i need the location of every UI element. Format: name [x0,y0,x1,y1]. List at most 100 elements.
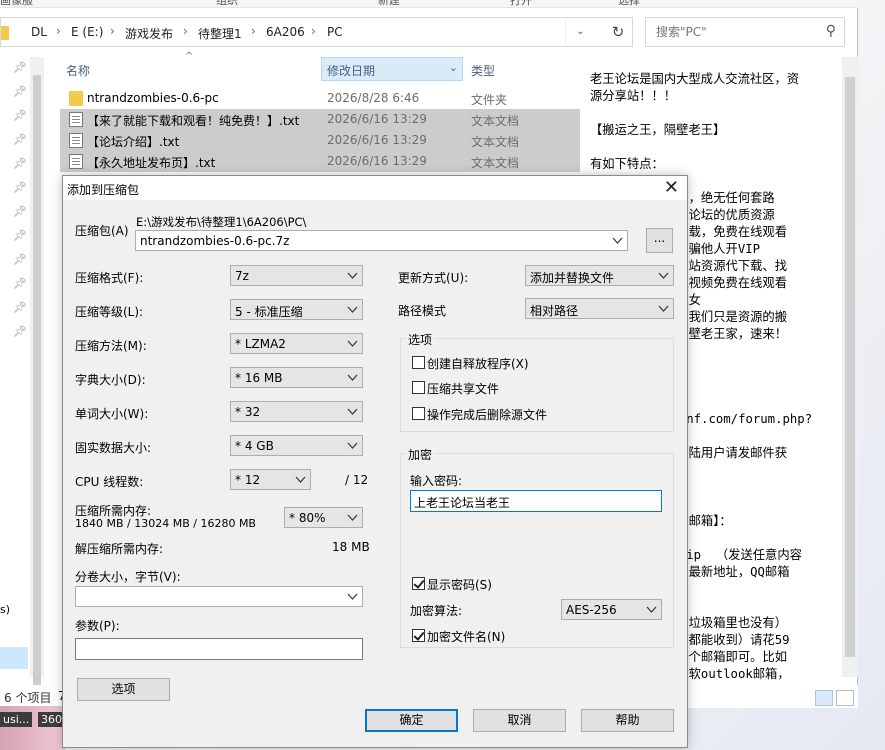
chevron-down-icon[interactable] [610,233,625,248]
pin-icon[interactable]: 📌︎ [13,85,27,98]
pin-icon[interactable]: 📌︎ [13,205,27,218]
ribbon-label[interactable]: 选择 [618,0,640,7]
file-row[interactable]: ntrandzombies-0.6-pc 2026/8/28 6:46 文件夹 [60,88,580,109]
delete-after-label[interactable]: 操作完成后删除源文件 [427,406,547,423]
breadcrumb-item[interactable]: 游戏发布 [125,25,173,42]
chevron-down-icon[interactable] [345,589,360,604]
show-password-checkbox[interactable] [412,577,425,590]
column-label: 名称 [66,64,91,78]
options-button[interactable]: 选项 [77,678,170,701]
archive-name-combo[interactable]: ntrandzombies-0.6-pc.7z [135,230,628,251]
sfx-label[interactable]: 创建自释放程序(X) [427,355,529,372]
chevron-down-icon[interactable] [345,438,360,453]
scrollbar-thumb[interactable] [845,77,855,657]
file-row[interactable]: 【论坛介绍】.txt 2026/6/16 13:29 文本文档 [60,130,580,151]
address-bar[interactable]: DL › E (E:) › 游戏发布 › 待整理1 › 6A206 › PC [0,17,633,47]
chevron-down-icon[interactable] [644,602,659,617]
chevron-down-icon[interactable] [345,302,360,317]
encryption-method-select[interactable]: AES-256 [561,599,662,620]
column-header-type[interactable]: 类型 [466,57,580,81]
pin-icon[interactable]: 📌︎ [13,61,27,74]
volume-size-combo[interactable] [75,586,363,607]
update-mode-select[interactable]: 添加并替换文件 [525,265,674,286]
pin-icon[interactable]: 📌︎ [13,133,27,146]
ribbon-label[interactable]: 新建 [378,0,400,7]
chevron-down-icon[interactable] [345,268,360,283]
path-mode-value: 相对路径 [530,304,579,318]
taskbar-item[interactable]: usi... [0,712,33,727]
nav-scrollbar[interactable] [30,57,44,685]
nav-item-fragment[interactable]: s) [0,603,10,616]
memory-percent-select[interactable]: * 80% [284,507,363,528]
search-icon[interactable]: ⚲ [826,23,836,39]
browse-button[interactable]: ... [646,228,673,253]
chevron-right-icon[interactable]: › [110,24,115,38]
cpu-threads-select[interactable]: * 12 [230,469,311,490]
chevron-down-icon[interactable] [656,301,671,316]
chevron-down-icon[interactable] [656,268,671,283]
pin-icon[interactable]: 📌︎ [13,277,27,290]
pin-icon[interactable]: 📌︎ [13,181,27,194]
pin-icon[interactable]: 📌︎ [13,253,27,266]
chevron-down-icon[interactable] [345,370,360,385]
chevron-down-icon[interactable] [293,472,308,487]
large-icons-view-icon[interactable] [836,690,854,706]
pin-icon[interactable]: 📌︎ [13,229,27,242]
chevron-down-icon[interactable] [345,404,360,419]
encrypt-names-checkbox[interactable] [412,629,425,642]
breadcrumb-item[interactable]: PC [327,25,343,39]
refresh-icon[interactable]: ↻ [603,17,633,47]
delete-after-checkbox[interactable] [412,407,425,420]
scrollbar-thumb[interactable] [33,75,41,685]
file-date: 2026/6/16 13:29 [327,154,427,168]
pin-icon[interactable]: 📌︎ [13,301,27,314]
chevron-down-icon[interactable] [345,336,360,351]
preview-scrollbar[interactable] [842,57,858,677]
parameters-input[interactable] [75,638,363,660]
pin-icon[interactable]: 📌︎ [13,325,27,338]
encrypt-names-label[interactable]: 加密文件名(N) [427,628,505,645]
dialog-titlebar[interactable]: 添加到压缩包 ✕ [63,176,687,200]
ribbon-label[interactable]: 画像服 [0,0,33,7]
details-view-icon[interactable] [815,690,833,706]
chevron-right-icon[interactable]: › [56,24,61,38]
file-row[interactable]: 【来了就能下载和观看！纯免费！】.txt 2026/6/16 13:29 文本文… [60,109,580,130]
dictionary-select[interactable]: * 16 MB [230,367,363,388]
taskbar-item[interactable]: 360 [38,712,65,727]
chevron-down-icon[interactable] [345,510,360,525]
show-password-label[interactable]: 显示密码(S) [427,576,492,593]
search-box[interactable]: ⚲ [645,17,845,47]
column-header-name[interactable]: 名称 ^ [60,51,318,81]
column-header-date[interactable]: 修改日期 ⌄ [321,57,463,81]
method-select[interactable]: * LZMA2 [230,333,363,354]
ok-button[interactable]: 确定 [365,709,458,732]
format-select[interactable]: 7z [230,265,363,286]
password-input[interactable]: 上老王论坛当老王 [410,490,662,512]
pin-icon[interactable]: 📌︎ [13,109,27,122]
pin-icon[interactable]: 📌︎ [13,157,27,170]
nav-selected-item[interactable] [0,647,28,669]
solid-block-select[interactable]: * 4 GB [230,435,363,456]
breadcrumb-item[interactable]: 待整理1 [198,25,242,42]
level-select[interactable]: 5 - 标准压缩 [230,299,363,320]
ribbon-label[interactable]: 组织 [216,0,238,7]
chevron-right-icon[interactable]: › [251,24,256,38]
breadcrumb-item[interactable]: DL [31,25,47,39]
close-icon[interactable]: ✕ [664,177,679,198]
chevron-right-icon[interactable]: › [311,24,316,38]
cancel-button[interactable]: 取消 [473,709,566,732]
help-button[interactable]: 帮助 [581,709,674,732]
breadcrumb-item[interactable]: E (E:) [71,25,103,39]
address-dropdown-icon[interactable]: ⌄ [565,17,595,47]
shared-files-checkbox[interactable] [412,381,425,394]
search-input[interactable] [654,19,814,45]
chevron-right-icon[interactable]: › [183,24,188,38]
shared-files-label[interactable]: 压缩共享文件 [427,380,499,397]
word-size-select[interactable]: * 32 [230,401,363,422]
breadcrumb-item[interactable]: 6A206 [266,25,305,39]
file-row[interactable]: 【永久地址发布页】.txt 2026/6/16 13:29 文本文档 [60,151,580,172]
path-mode-select[interactable]: 相对路径 [525,298,674,319]
column-filter-icon[interactable]: ⌄ [449,61,458,74]
sfx-checkbox[interactable] [412,356,425,369]
ribbon-label[interactable]: 打开 [510,0,532,7]
